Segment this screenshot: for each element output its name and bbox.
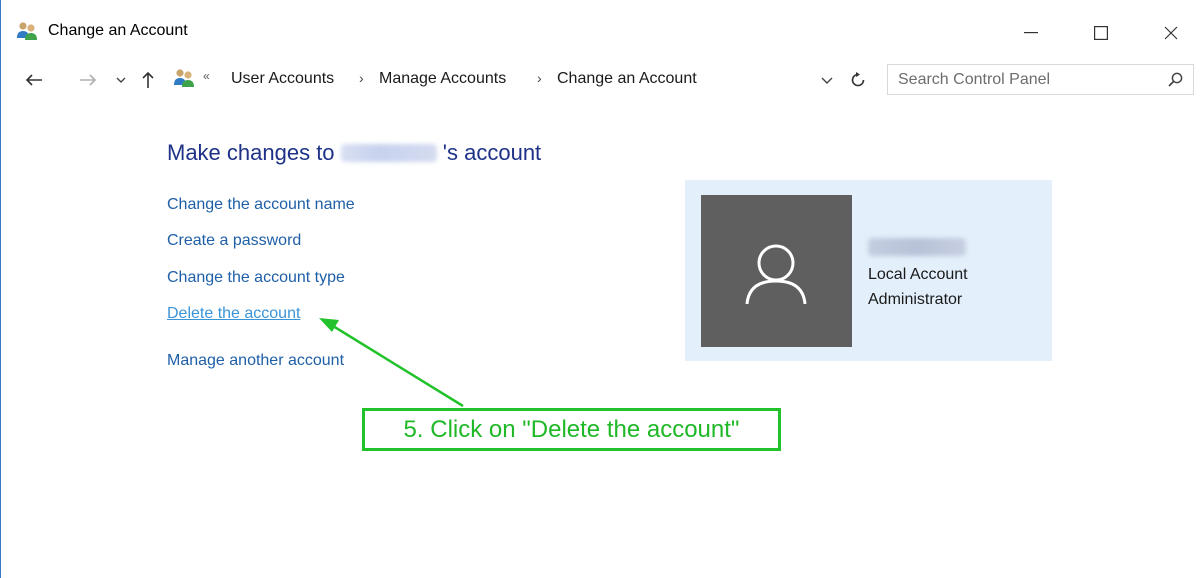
- instruction-callout: 5. Click on "Delete the account": [362, 408, 781, 451]
- change-account-name-link[interactable]: Change the account name: [167, 196, 355, 214]
- address-bar[interactable]: « User Accounts › Manage Accounts › Chan…: [173, 65, 881, 95]
- page-title-suffix: 's account: [442, 140, 542, 165]
- account-card: Local Account Administrator: [685, 180, 1052, 361]
- user-accounts-icon: [16, 21, 38, 41]
- close-icon: [1164, 26, 1178, 40]
- chevron-down-icon: [116, 77, 126, 83]
- up-button[interactable]: [138, 65, 158, 95]
- page-title: Make changes to 's account: [167, 140, 541, 166]
- maximize-button[interactable]: [1081, 16, 1121, 50]
- control-panel-window: Change an Account « User Accounts › Mana…: [0, 0, 1203, 578]
- close-button[interactable]: [1151, 16, 1191, 50]
- search-box[interactable]: [887, 64, 1194, 95]
- breadcrumb-change-an-account[interactable]: Change an Account: [557, 70, 697, 88]
- chevron-down-icon: [821, 77, 833, 84]
- avatar: [701, 195, 852, 347]
- change-account-type-link[interactable]: Change the account type: [167, 269, 345, 287]
- create-password-link[interactable]: Create a password: [167, 232, 301, 250]
- search-icon[interactable]: [1168, 72, 1183, 92]
- redacted-username: [340, 144, 437, 162]
- minimize-icon: [1024, 32, 1038, 34]
- breadcrumb-separator[interactable]: ›: [359, 70, 364, 86]
- account-type: Local Account: [868, 266, 968, 283]
- refresh-icon: [851, 72, 865, 87]
- back-button[interactable]: [21, 65, 47, 95]
- redacted-account-name: [868, 238, 966, 256]
- minimize-button[interactable]: [1011, 16, 1051, 50]
- address-dropdown-button[interactable]: [817, 65, 837, 95]
- maximize-icon: [1094, 26, 1108, 40]
- user-avatar-icon: [745, 244, 807, 305]
- search-input[interactable]: [898, 70, 1138, 90]
- up-arrow-icon: [142, 71, 154, 88]
- delete-account-link[interactable]: Delete the account: [167, 305, 300, 323]
- forward-arrow-icon: [80, 74, 97, 86]
- breadcrumb-manage-accounts[interactable]: Manage Accounts: [379, 70, 506, 88]
- user-accounts-icon: [173, 68, 195, 88]
- account-role: Administrator: [868, 291, 963, 308]
- back-arrow-icon: [25, 74, 42, 86]
- refresh-button[interactable]: [846, 65, 870, 95]
- recent-locations-button[interactable]: [112, 65, 130, 95]
- page-title-prefix: Make changes to: [167, 140, 335, 165]
- breadcrumb-user-accounts[interactable]: User Accounts: [231, 70, 334, 88]
- forward-button[interactable]: [75, 65, 101, 95]
- instruction-text: 5. Click on "Delete the account": [403, 415, 740, 443]
- breadcrumb-overflow[interactable]: «: [203, 69, 210, 83]
- manage-another-account-link[interactable]: Manage another account: [167, 352, 344, 370]
- title-bar: Change an Account: [1, 0, 1203, 66]
- breadcrumb-separator[interactable]: ›: [537, 70, 542, 86]
- window-title: Change an Account: [48, 22, 188, 39]
